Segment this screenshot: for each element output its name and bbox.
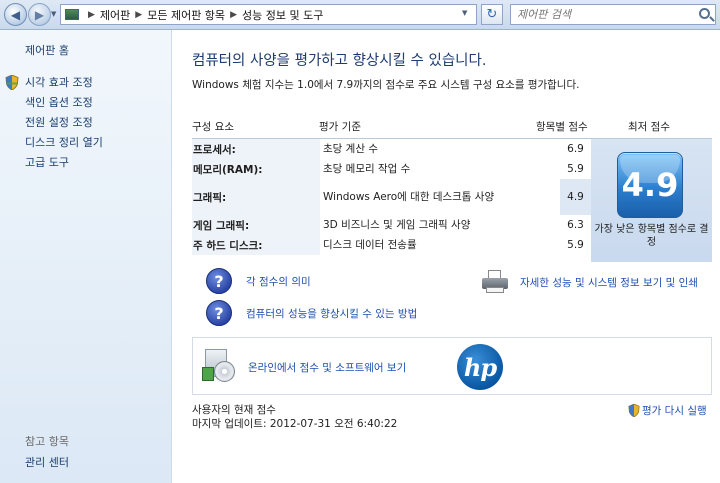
sidebar-task-list: 시각 효과 조정 색인 옵션 조정 전원 설정 조정 디스크 정리 열기 고급 … [0,72,172,172]
control-panel-icon [65,9,79,20]
sidebar-item-label: 전원 설정 조정 [25,116,93,129]
page-description: Windows 체험 지수는 1.0에서 7.9까지의 점수로 주요 시스템 구… [192,79,580,91]
refresh-icon: ↻ [486,7,498,22]
recent-pages-dropdown-icon[interactable]: ▼ [51,10,56,18]
sidebar-item-power-settings[interactable]: 전원 설정 조정 [0,112,172,132]
table-row: 프로세서: 초당 계산 수 6.9 [192,139,591,159]
row-subscore: 6.3 [567,219,584,231]
score-meaning-link-row[interactable]: ? 각 점수의 의미 [206,268,311,294]
table-row: 메모리(RAM): 초당 메모리 작업 수 5.9 [192,159,591,179]
sidebar-item-action-center[interactable]: 관리 센터 [25,454,69,470]
current-score-info: 사용자의 현재 점수 마지막 업데이트: 2012-07-31 오전 6:40:… [192,403,397,431]
refresh-button[interactable]: ↻ [481,4,503,25]
row-subscore: 5.9 [567,239,584,251]
help-icon: ? [206,300,232,326]
improve-tips-link[interactable]: 컴퓨터의 성능을 향상시킬 수 있는 방법 [246,306,417,321]
online-scores-link[interactable]: 온라인에서 점수 및 소프트웨어 보기 [248,360,406,375]
base-score-badge: 4.9 [617,152,683,218]
row-criteria: 초당 계산 수 [323,143,378,155]
base-score-panel: 4.9 가장 낮은 항목별 점수로 결정 [591,139,712,262]
back-arrow-icon: ◀ [10,7,21,22]
row-component: 주 하드 디스크: [192,235,320,255]
score-rows: 프로세서: 초당 계산 수 6.9 메모리(RAM): 초당 메모리 작업 수 … [192,139,591,255]
page-title: 컴퓨터의 사양을 평가하고 향상시킬 수 있습니다. [192,53,487,69]
shield-icon [628,404,640,417]
header-criteria: 평가 기준 [319,121,361,133]
row-criteria: 초당 메모리 작업 수 [323,163,411,175]
current-score-label: 사용자의 현재 점수 [192,404,276,416]
sidebar-item-visual-effects[interactable]: 시각 효과 조정 [0,72,172,92]
search-input[interactable] [517,8,687,21]
rerate-link-row[interactable]: 평가 다시 실행 [628,403,707,418]
search-icon[interactable] [699,8,710,19]
breadcrumb-separator-icon[interactable]: ▶ [88,10,95,20]
header-subscore: 항목별 점수 [536,121,588,133]
sidebar-item-label: 시각 효과 조정 [25,76,93,89]
address-dropdown-icon[interactable]: ▼ [462,9,467,17]
print-details-link[interactable]: 자세한 성능 및 시스템 정보 보기 및 인쇄 [520,275,698,290]
print-details-link-row[interactable]: 자세한 성능 및 시스템 정보 보기 및 인쇄 [480,270,698,294]
search-box[interactable] [510,4,716,25]
main-content: 컴퓨터의 사양을 평가하고 향상시킬 수 있습니다. Windows 체험 지수… [173,30,720,483]
row-criteria: 디스크 데이터 전송률 [323,239,417,251]
last-update-text: 마지막 업데이트: 2012-07-31 오전 6:40:22 [192,418,398,430]
sidebar-item-disk-cleanup[interactable]: 디스크 정리 열기 [0,132,172,152]
address-bar: ◀ ▶ ▼ ▶ 제어판 ▶ 모든 제어판 항목 ▶ 성능 정보 및 도구 ▼ ↻ [0,0,720,30]
header-component: 구성 요소 [192,121,234,133]
sidebar-item-indexing-options[interactable]: 색인 옵션 조정 [0,92,172,112]
online-scores-panel: 온라인에서 점수 및 소프트웨어 보기 hp [192,337,712,395]
score-table: 구성 요소 평가 기준 항목별 점수 최저 점수 프로세서: 초당 계산 수 6… [192,116,712,262]
row-component: 프로세서: [192,139,320,159]
row-subscore: 6.9 [567,143,584,155]
table-row: 주 하드 디스크: 디스크 데이터 전송률 5.9 [192,235,591,255]
breadcrumb-separator-icon[interactable]: ▶ [230,10,237,20]
breadcrumb-performance[interactable]: 성능 정보 및 도구 [242,7,323,23]
score-meaning-link[interactable]: 각 점수의 의미 [246,274,311,289]
sidebar-item-label: 색인 옵션 조정 [25,96,93,109]
base-score-note: 가장 낮은 항목별 점수로 결정 [594,224,709,248]
hp-logo-text: hp [463,352,497,382]
breadcrumb-control-panel[interactable]: 제어판 [100,7,130,23]
row-criteria: Windows Aero에 대한 데스크톱 사양 [323,191,495,203]
improve-tips-link-row[interactable]: ? 컴퓨터의 성능을 향상시킬 수 있는 방법 [206,300,417,326]
breadcrumb-separator-icon[interactable]: ▶ [135,10,142,20]
forward-arrow-icon: ▶ [34,7,45,22]
breadcrumb[interactable]: ▶ 제어판 ▶ 모든 제어판 항목 ▶ 성능 정보 및 도구 [60,4,477,25]
software-box-icon [202,349,236,385]
row-component: 게임 그래픽: [192,215,320,235]
table-row: 게임 그래픽: 3D 비즈니스 및 게임 그래픽 사양 6.3 [192,215,591,235]
rerate-link[interactable]: 평가 다시 실행 [642,403,707,418]
row-subscore-lowest: 4.9 [560,179,591,215]
row-subscore: 5.9 [567,163,584,175]
sidebar-item-advanced-tools[interactable]: 고급 도구 [0,152,172,172]
sidebar: 제어판 홈 시각 효과 조정 색인 옵션 조정 전원 설정 조정 디스크 정리 … [0,30,172,483]
forward-button[interactable]: ▶ [28,3,51,26]
table-row: 그래픽: Windows Aero에 대한 데스크톱 사양 4.9 [192,179,591,215]
see-also-heading: 참고 항목 [25,435,69,448]
row-criteria: 3D 비즈니스 및 게임 그래픽 사양 [323,219,471,231]
row-component: 그래픽: [192,179,320,215]
header-basescore: 최저 점수 [628,121,670,133]
back-button[interactable]: ◀ [4,3,27,26]
row-component: 메모리(RAM): [192,159,320,179]
sidebar-control-panel-home[interactable]: 제어판 홈 [25,42,69,58]
shield-icon [5,75,19,90]
sidebar-item-label: 디스크 정리 열기 [25,136,103,149]
help-icon: ? [206,268,232,294]
printer-icon [480,270,510,294]
breadcrumb-all-items[interactable]: 모든 제어판 항목 [147,7,225,23]
hp-logo: hp [457,344,503,390]
sidebar-item-label: 고급 도구 [25,156,69,169]
